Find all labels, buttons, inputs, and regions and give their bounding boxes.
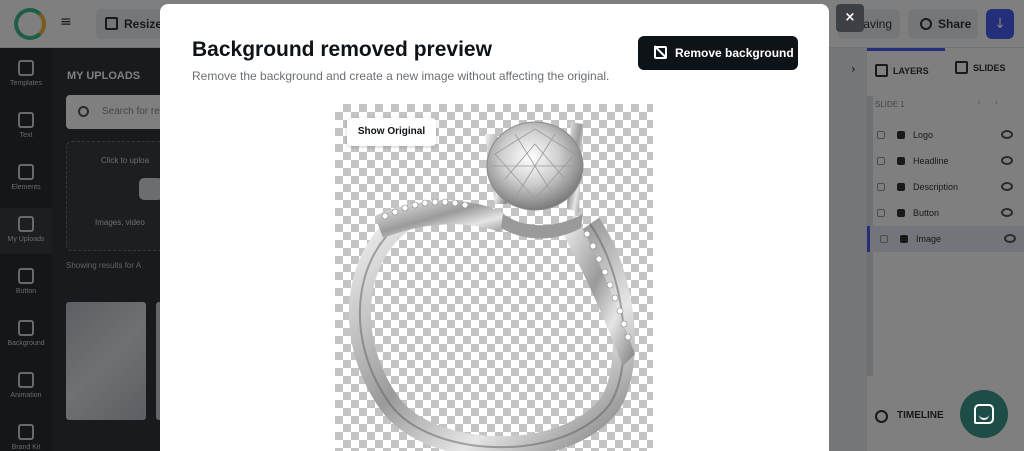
ring-image — [349, 121, 635, 451]
close-label: × — [844, 10, 856, 25]
bg-removed-preview-modal: Background removed preview Remove the ba… — [160, 4, 829, 451]
chat-icon — [974, 404, 994, 424]
remove-background-button[interactable]: Remove background — [638, 36, 798, 70]
image-remove-icon — [654, 46, 667, 59]
close-icon[interactable]: × — [836, 4, 864, 32]
modal-title: Background removed preview — [192, 38, 492, 61]
preview-image: Show Original — [335, 104, 653, 451]
modal-subtitle: Remove the background and create a new i… — [192, 69, 610, 83]
show-original-button[interactable]: Show Original — [347, 118, 436, 146]
chat-support-button[interactable] — [960, 390, 1008, 438]
remove-background-label: Remove background — [675, 46, 794, 60]
